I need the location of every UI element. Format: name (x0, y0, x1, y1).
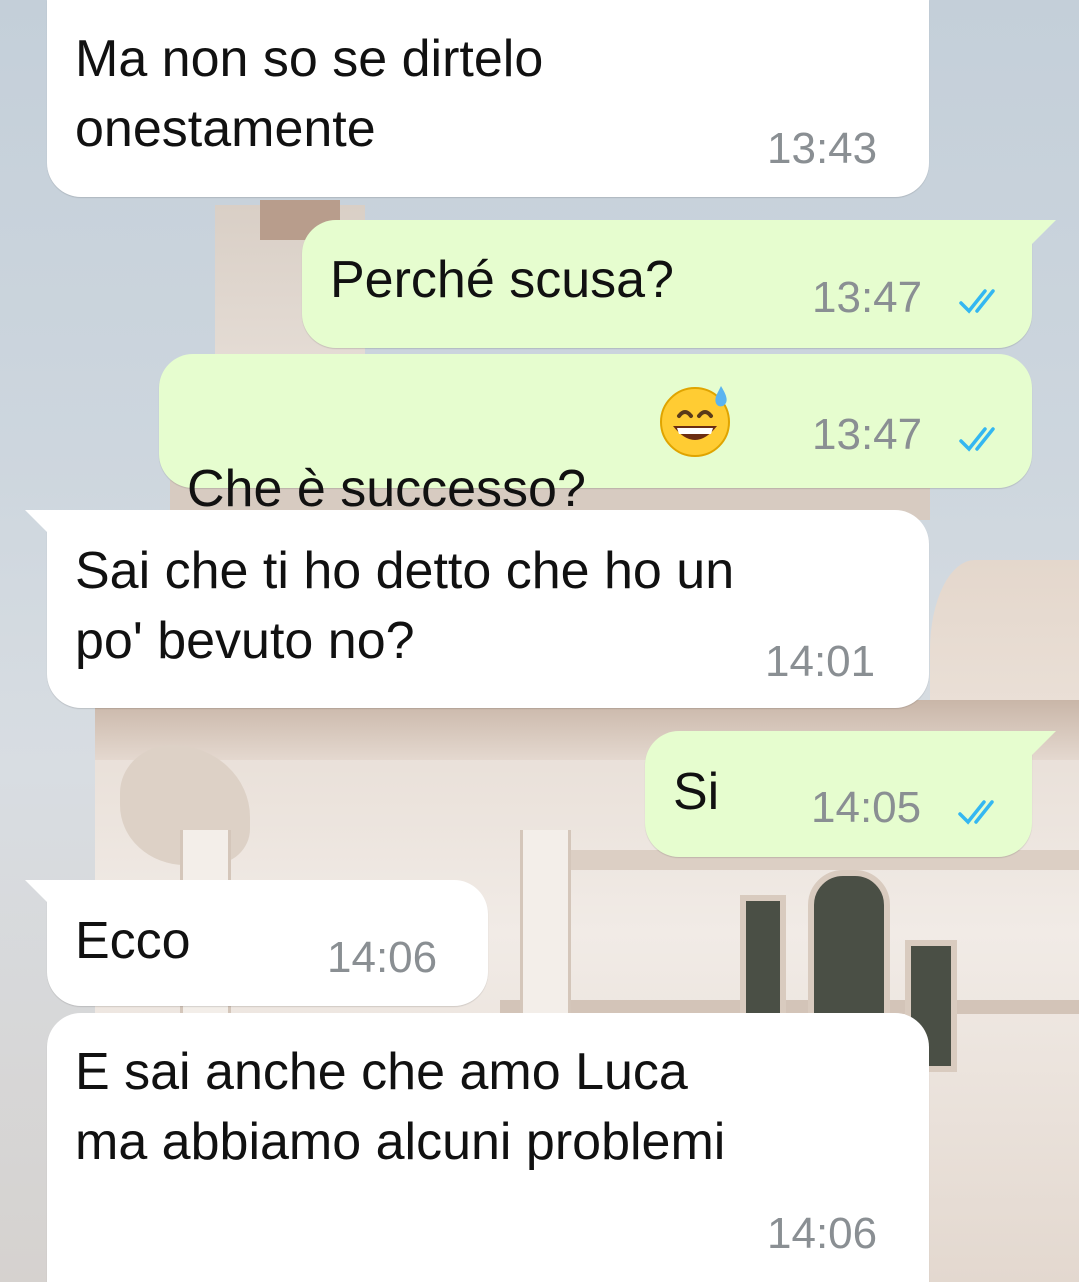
bubble-tail (25, 880, 49, 904)
message-timestamp: 14:06 (767, 1209, 878, 1258)
message-timestamp: 14:05 (811, 783, 922, 832)
bubble-tail (1032, 731, 1056, 755)
message-text: Si (673, 763, 720, 821)
message-bubble-incoming[interactable]: Sai che ti ho detto che ho un po' bevuto… (25, 510, 929, 708)
message-timestamp: 14:01 (765, 637, 876, 686)
message-timestamp: 13:43 (767, 124, 878, 173)
message-text: Perché scusa? (330, 251, 674, 309)
message-text: Ma non so se dirtelo onestamente (75, 30, 544, 158)
message-timestamp: 13:47 (812, 273, 923, 322)
message-text: Che è successo? (187, 384, 586, 524)
wallpaper-band-lower (500, 1000, 1079, 1014)
message-timestamp: 13:47 (812, 410, 923, 459)
message-bubble-incoming[interactable]: Ma non so se dirtelo onestamente 13:43 (47, 0, 929, 197)
message-text: Sai che ti ho detto che ho un po' bevuto… (75, 542, 735, 670)
message-bubble-outgoing[interactable]: Si 14:05 (645, 731, 1056, 857)
bubble-tail (1032, 220, 1056, 244)
double-check-icon (959, 289, 995, 314)
message-bubble-incoming[interactable]: Ecco 14:06 (25, 880, 488, 1006)
message-bubble-outgoing[interactable]: Che è successo? 13:47 (159, 354, 1032, 518)
wallpaper-window (740, 895, 786, 1027)
bubble-tail (25, 510, 49, 534)
double-check-icon (958, 800, 994, 825)
message-bubble-incoming[interactable]: E sai anche che amo Luca ma abbiamo alcu… (47, 1013, 929, 1282)
message-timestamp: 14:06 (327, 933, 438, 982)
message-text: E sai anche che amo Luca ma abbiamo alcu… (75, 1043, 726, 1171)
grinning-face-with-sweat-icon (657, 382, 733, 458)
message-text: Ecco (75, 912, 191, 970)
double-check-icon (959, 427, 995, 452)
message-bubble-outgoing[interactable]: Perché scusa? 13:47 (302, 220, 1056, 348)
